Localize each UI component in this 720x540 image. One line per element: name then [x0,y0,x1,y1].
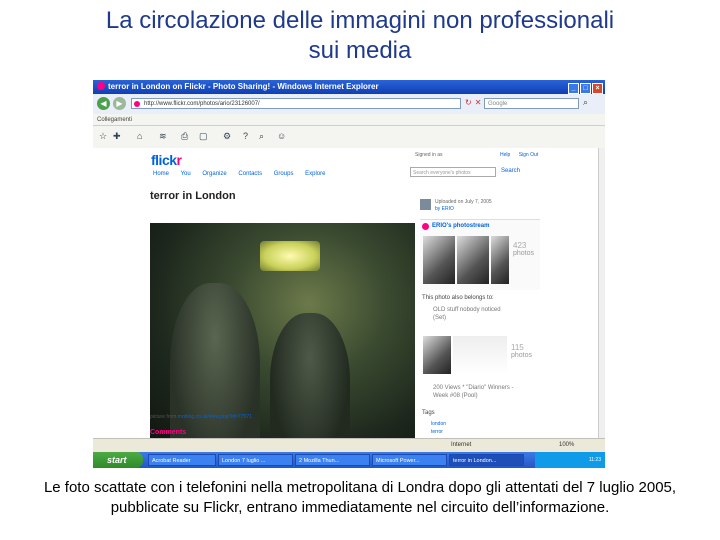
slide-title: La circolazione delle immagini non profe… [0,6,720,66]
address-input[interactable]: http://www.flickr.com/photos/ario/231260… [131,98,461,109]
thumb-3[interactable] [491,236,509,284]
photostream-count: 423 photos [513,241,535,258]
flickr-nav: Home You Organize Contacts Groups Explor… [153,171,335,177]
links-label[interactable]: Collegamenti [97,117,132,123]
minimize-icon[interactable]: _ [568,83,579,94]
photo-image[interactable] [150,223,415,438]
thumb-1[interactable] [423,236,455,284]
address-bar-row: ◀ ▶ http://www.flickr.com/photos/ario/23… [93,94,605,115]
pool-1[interactable]: OLD stuff nobody noticed (Set) [433,306,513,322]
photostream-icon [422,223,429,230]
close-icon[interactable]: × [592,83,603,94]
slide-caption: Le foto scattate con i telefonini nella … [43,479,677,516]
pool-thumb-2[interactable] [453,336,507,374]
window-controls: _ □ × [567,81,603,95]
pool-3[interactable]: 200 Views * "Diario" Winners - Week #08 … [433,384,528,400]
upload-date: Uploaded on July 7, 2005 [435,199,492,205]
clock[interactable]: 11:23 [589,457,601,463]
status-bar: Internet 100% [93,438,605,453]
system-tray: 11:23 [535,452,605,468]
browser-search-placeholder: Google [488,101,508,107]
command-toolbar: ☆ ✚ ⌂ ≋ ⎙ ▢ ⚙ ? ⌕ ☺ [93,126,605,149]
nav-home[interactable]: Home [153,171,169,177]
page-scrollbar[interactable] [598,148,605,438]
photo-title: terror in London [150,190,236,202]
account-links: Help Sign Out [493,152,538,158]
uploader-link[interactable]: by ERIO [435,206,454,212]
help-icon[interactable]: ? [243,131,248,141]
add-favorite-icon[interactable]: ✚ [113,131,121,142]
page-icon[interactable]: ▢ [199,131,208,142]
research-icon[interactable]: ⌕ [259,131,264,142]
belongs-to-label: This photo also belongs to: [422,295,494,301]
nav-organize[interactable]: Organize [202,171,226,177]
upload-info: Uploaded on July 7, 2005 by ERIO [435,199,492,213]
messenger-icon[interactable]: ☺ [277,131,286,141]
zoom-level[interactable]: 100% [559,442,574,448]
browser-screenshot: terror in London on Flickr - Photo Shari… [93,80,605,468]
links-toolbar: Collegamenti [93,114,605,126]
feeds-icon[interactable]: ≋ [159,131,167,142]
flickr-favicon-icon [97,82,105,90]
search-icon[interactable]: ⌕ [583,97,588,108]
zone-label: Internet [451,442,472,448]
task-ie[interactable]: terror in London... [449,454,524,466]
photo-lit-window [260,241,320,271]
task-acrobat[interactable]: Acrobat Reader [148,454,216,466]
nav-contacts[interactable]: Contacts [238,171,262,177]
slide-title-line1: La circolazione delle immagini non profe… [105,7,615,34]
flickr-logo[interactable]: flickr [151,152,182,168]
browser-search-input[interactable]: Google [484,98,579,109]
pool-thumb-1[interactable] [423,336,451,374]
photo-figure-right [270,313,350,438]
slide-title-line2: sui media [308,37,412,64]
favorites-star-icon[interactable]: ☆ [99,131,107,142]
nav-explore[interactable]: Explore [305,171,325,177]
sign-out-link[interactable]: Sign Out [519,152,538,158]
thumb-2[interactable] [457,236,489,284]
taskbar: start Acrobat Reader London 7 luglio ...… [93,452,605,468]
photo-credit: picture from moblog.co.uk/view.php?id=77… [150,414,252,420]
tag-terror[interactable]: terror [431,429,443,435]
nav-groups[interactable]: Groups [274,171,294,177]
task-thunderbird[interactable]: 2 Mozilla Thun... [295,454,370,466]
forward-icon[interactable]: ▶ [113,97,126,110]
task-london[interactable]: London 7 luglio ... [218,454,293,466]
print-icon[interactable]: ⎙ [181,131,188,142]
tools-icon[interactable]: ⚙ [223,131,231,142]
tags-label: Tags [422,410,435,416]
comments-heading: Comments [150,429,187,436]
maximize-icon[interactable]: □ [580,83,591,94]
flickr-search-placeholder: Search everyone's photos [413,170,471,176]
task-powerpoint[interactable]: Microsoft Power... [372,454,447,466]
window-titlebar: terror in London on Flickr - Photo Shari… [93,80,605,94]
photo-credit-link[interactable]: moblog.co.uk/view.php?id=77571 [178,414,252,420]
signed-in-label: Signed in as [415,152,443,158]
start-button[interactable]: start [93,452,143,468]
flickr-search-input[interactable]: Search everyone's photos [410,167,496,177]
address-text: http://www.flickr.com/photos/ario/231260… [144,101,260,107]
photostream-title[interactable]: ERIO's photostream [432,223,489,229]
tag-london[interactable]: london [431,421,446,427]
nav-you[interactable]: You [181,171,191,177]
pool-count: 115 photos [511,343,533,360]
back-icon[interactable]: ◀ [97,97,110,110]
window-title: terror in London on Flickr - Photo Shari… [108,82,379,91]
help-link[interactable]: Help [500,152,510,158]
avatar[interactable] [420,199,431,210]
flickr-page: flickr Home You Organize Contacts Groups… [93,148,598,438]
refresh-stop-icons[interactable]: ↻✕ [465,98,484,107]
home-icon[interactable]: ⌂ [137,131,142,141]
flickr-search-button[interactable]: Search [501,168,520,174]
site-favicon-icon [134,101,140,107]
